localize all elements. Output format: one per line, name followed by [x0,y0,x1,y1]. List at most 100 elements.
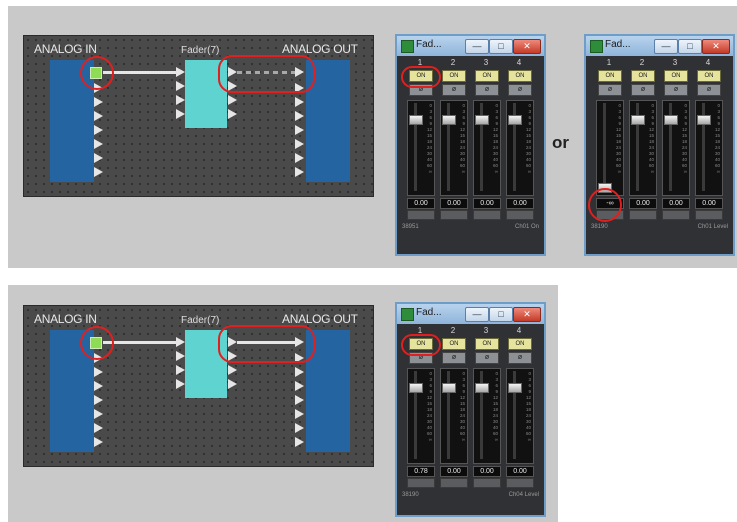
fader-knob[interactable] [475,383,489,393]
fader-knob[interactable] [409,383,423,393]
analog-out-input-port[interactable] [295,111,304,121]
analog-out-input-port[interactable] [295,139,304,149]
channel-2-on-button[interactable]: ON [442,70,466,82]
window-titlebar[interactable]: Fad... — □ ✕ [397,304,544,324]
fader-input-port[interactable] [176,351,185,361]
wire-in-to-fader[interactable] [103,71,178,74]
channel-3-on-button[interactable]: ON [664,70,688,82]
fader-input-port[interactable] [176,67,185,77]
fader-input-port[interactable] [176,95,185,105]
fader-input-port[interactable] [176,365,185,375]
close-button[interactable]: ✕ [702,39,730,54]
level-readout-ch3[interactable]: 0.00 [473,466,501,477]
level-readout-ch3[interactable]: 0.00 [662,198,690,209]
window-titlebar[interactable]: Fad... — □ ✕ [397,36,544,56]
fader-track-ch1[interactable]: 0 3 6 9 12 15 18 24 30 40 60 ∞ [596,100,624,196]
restore-button[interactable]: □ [678,39,702,54]
window-titlebar[interactable]: Fad... — □ ✕ [586,36,733,56]
analog-in-output-port[interactable] [94,139,103,149]
analog-out-input-port[interactable] [295,167,304,177]
fader-knob[interactable] [508,383,522,393]
fader-knob[interactable] [631,115,645,125]
minimize-button[interactable]: — [654,39,678,54]
phase-button[interactable]: ø [442,84,466,96]
analog-in-output-port[interactable] [94,153,103,163]
level-readout-ch4[interactable]: 0.00 [695,198,723,209]
channel-1-on-button[interactable]: ON [598,70,622,82]
fader-input-port[interactable] [176,81,185,91]
phase-button[interactable]: ø [475,352,499,364]
close-button[interactable]: ✕ [513,307,541,322]
fader-window-ch1-level[interactable]: Fad... — □ ✕ 1 2 3 4 ON ON ON ON ø ø ø ø… [584,34,735,256]
level-readout-ch2[interactable]: 0.00 [440,198,468,209]
fader-knob[interactable] [442,383,456,393]
fader-track-ch4[interactable]: 0 3 6 9 12 15 18 24 30 40 60 ∞ [506,368,534,464]
fader-knob[interactable] [409,115,423,125]
analog-in-output-port[interactable] [94,167,103,177]
analog-in-output-port[interactable] [94,409,103,419]
fader-knob[interactable] [664,115,678,125]
phase-button[interactable]: ø [508,352,532,364]
analog-out-input-port[interactable] [295,395,304,405]
channel-2-on-button[interactable]: ON [442,338,466,350]
fader-track-ch3[interactable]: 0 3 6 9 12 15 18 24 30 40 60 ∞ [473,100,501,196]
fader-output-port[interactable] [228,365,237,375]
phase-button[interactable]: ø [475,84,499,96]
analog-in-output-port[interactable] [94,125,103,135]
fader-window-ch4-level[interactable]: Fad... — □ ✕ 1 2 3 4 ON ON ON ON ø ø ø ø… [395,302,546,517]
fader-output-port[interactable] [228,95,237,105]
minimize-button[interactable]: — [465,307,489,322]
channel-2-on-button[interactable]: ON [631,70,655,82]
fader-track-ch3[interactable]: 0 3 6 9 12 15 18 24 30 40 60 ∞ [662,100,690,196]
fader-input-port[interactable] [176,337,185,347]
analog-in-output-port[interactable] [94,367,103,377]
fader-output-port[interactable] [228,379,237,389]
channel-3-on-button[interactable]: ON [475,70,499,82]
minimize-button[interactable]: — [465,39,489,54]
level-readout-ch3[interactable]: 0.00 [473,198,501,209]
channel-4-on-button[interactable]: ON [508,70,532,82]
fader-knob[interactable] [442,115,456,125]
level-readout-ch4[interactable]: 0.00 [506,198,534,209]
level-readout-ch2[interactable]: 0.00 [440,466,468,477]
channel-4-on-button[interactable]: ON [697,70,721,82]
phase-button[interactable]: ø [598,84,622,96]
fader-track-ch4[interactable]: 0 3 6 9 12 15 18 24 30 40 60 ∞ [506,100,534,196]
fader-window-ch1-on[interactable]: Fad... — □ ✕ 1 2 3 4 ON ON ON ON ø ø ø ø… [395,34,546,256]
analog-in-output-port[interactable] [94,395,103,405]
analog-in-output-port[interactable] [94,381,103,391]
channel-4-on-button[interactable]: ON [508,338,532,350]
close-button[interactable]: ✕ [513,39,541,54]
analog-in-output-port[interactable] [94,97,103,107]
analog-out-input-port[interactable] [295,153,304,163]
fader-input-port[interactable] [176,109,185,119]
analog-out-input-port[interactable] [295,367,304,377]
phase-button[interactable]: ø [442,352,466,364]
analog-out-input-port[interactable] [295,409,304,419]
fader-track-ch2[interactable]: 0 3 6 9 12 15 18 24 30 40 60 ∞ [629,100,657,196]
analog-in-output-port[interactable] [94,111,103,121]
fader-knob[interactable] [475,115,489,125]
fader-track-ch2[interactable]: 0 3 6 9 12 15 18 24 30 40 60 ∞ [440,368,468,464]
top-design-canvas[interactable]: ANALOG IN Fader(7) ANALOG OUT [23,35,374,197]
analog-in-output-port[interactable] [94,423,103,433]
level-readout-ch4[interactable]: 0.00 [506,466,534,477]
analog-out-input-port[interactable] [295,437,304,447]
phase-button[interactable]: ø [508,84,532,96]
analog-out-input-port[interactable] [295,97,304,107]
wire-in-to-fader[interactable] [103,341,178,344]
fader-knob[interactable] [508,115,522,125]
fader-track-ch3[interactable]: 0 3 6 9 12 15 18 24 30 40 60 ∞ [473,368,501,464]
fader-track-ch2[interactable]: 0 3 6 9 12 15 18 24 30 40 60 ∞ [440,100,468,196]
fader-output-port[interactable] [228,109,237,119]
analog-out-input-port[interactable] [295,381,304,391]
phase-button[interactable]: ø [697,84,721,96]
fader-track-ch4[interactable]: 0 3 6 9 12 15 18 24 30 40 60 ∞ [695,100,723,196]
fader-track-ch1[interactable]: 0 3 6 9 12 15 18 24 30 40 60 ∞ [407,368,435,464]
level-readout-ch1[interactable]: 0.00 [407,198,435,209]
analog-out-input-port[interactable] [295,423,304,433]
fader-track-ch1[interactable]: 0 3 6 9 12 15 18 24 30 40 60 ∞ [407,100,435,196]
restore-button[interactable]: □ [489,39,513,54]
bottom-design-canvas[interactable]: ANALOG IN Fader(7) ANALOG OUT [23,305,374,467]
restore-button[interactable]: □ [489,307,513,322]
